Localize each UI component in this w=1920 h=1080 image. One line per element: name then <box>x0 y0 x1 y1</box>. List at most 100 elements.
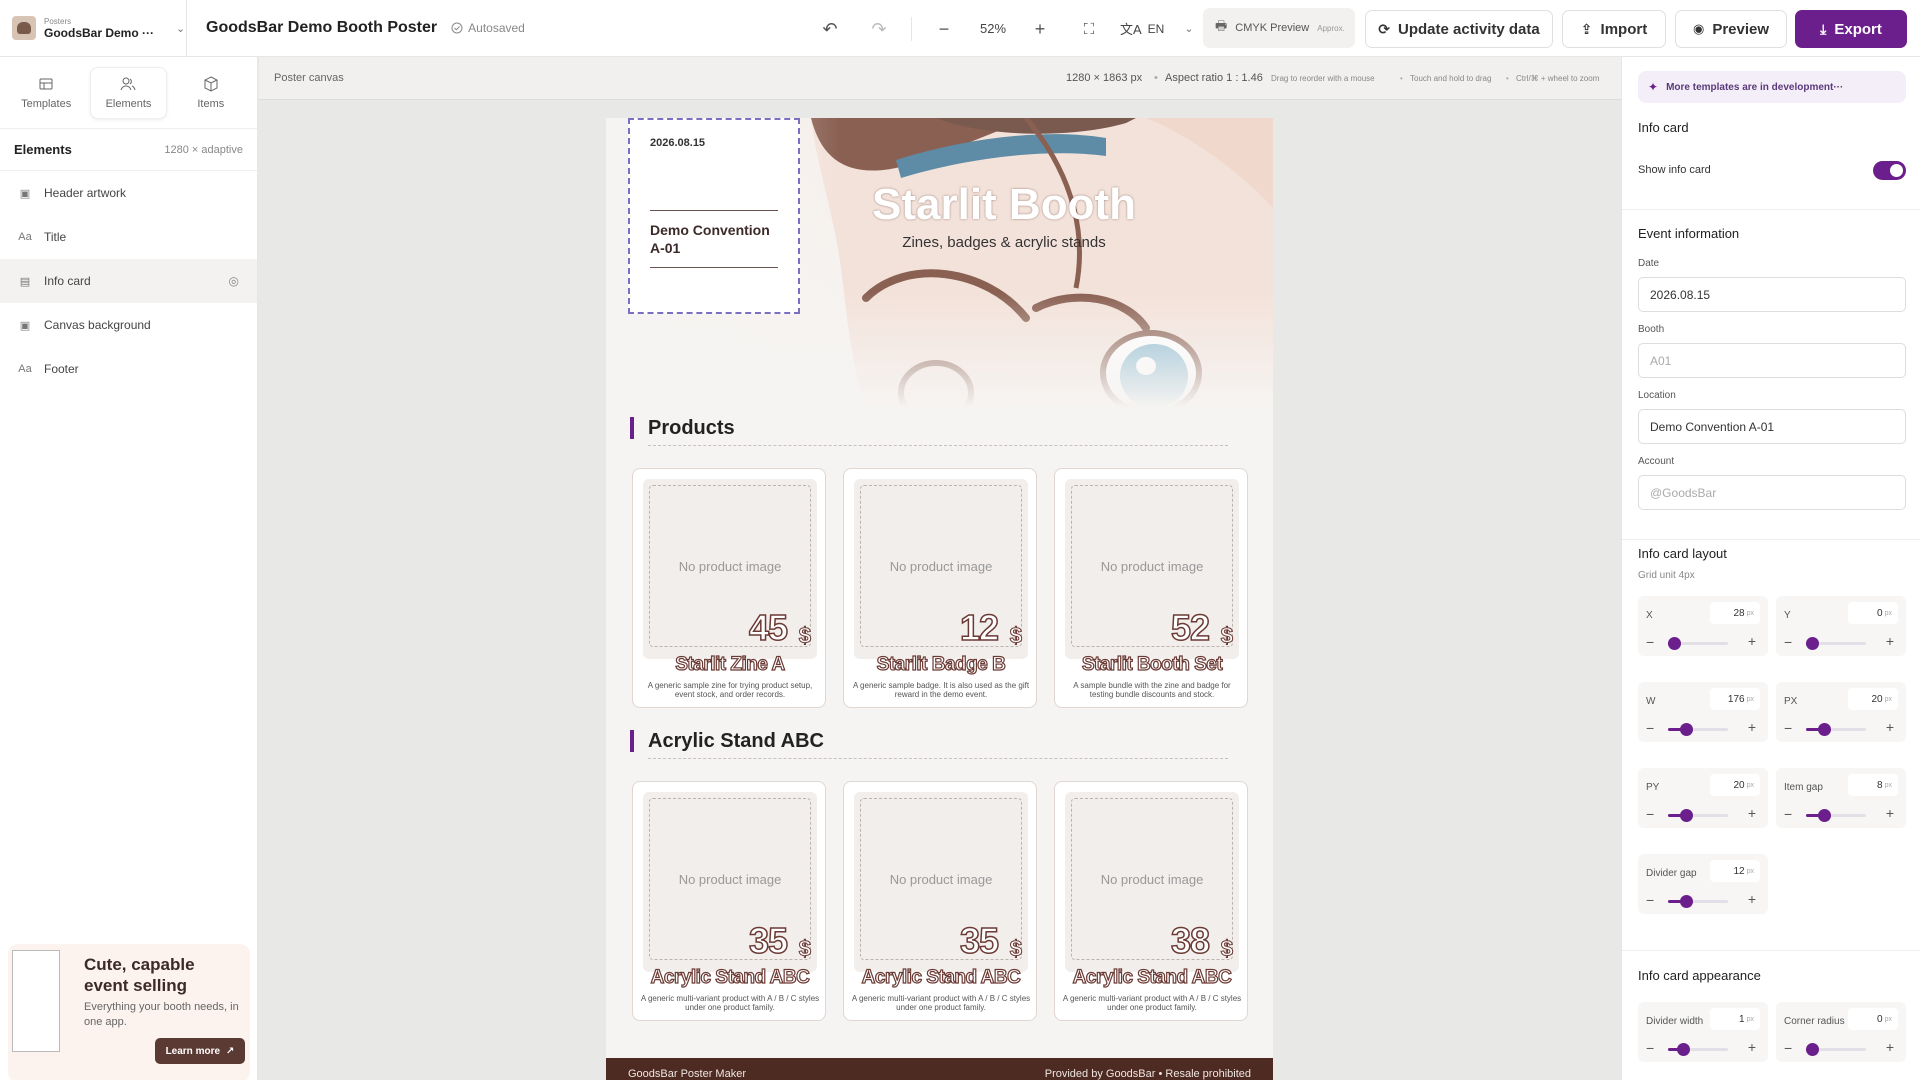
control-value-input[interactable]: 8 px <box>1848 774 1898 796</box>
control-slider[interactable] <box>1668 637 1728 650</box>
account-field[interactable]: @GoodsBar <box>1638 475 1906 510</box>
language-selector[interactable]: 文A EN ⌄ <box>1120 19 1194 38</box>
product-card[interactable]: No product image 12 $ Starlit Badge B A … <box>843 468 1037 708</box>
redo-icon[interactable]: ↷ <box>864 14 894 44</box>
slider-handle[interactable] <box>1668 637 1681 650</box>
product-card[interactable]: No product image 52 $ Starlit Booth Set … <box>1054 468 1248 708</box>
canvas-hint-drag: Drag to reorder with a mouse <box>1271 73 1375 83</box>
slider-handle[interactable] <box>1806 637 1819 650</box>
control-value-input[interactable]: 0 px <box>1848 1008 1898 1030</box>
slider-handle[interactable] <box>1680 723 1693 736</box>
poster-subtitle[interactable]: Zines, badges & acrylic stands <box>834 234 1174 251</box>
poster-footer[interactable]: GoodsBar Poster Maker Provided by GoodsB… <box>606 1058 1273 1080</box>
tab-elements[interactable]: Elements <box>90 67 167 119</box>
zoom-in-icon[interactable]: + <box>1025 14 1055 44</box>
slider-handle[interactable] <box>1818 809 1831 822</box>
control-value-input[interactable]: 28 px <box>1710 602 1760 624</box>
booth-field[interactable]: A01 <box>1638 343 1906 378</box>
control-value: 0 <box>1877 1013 1883 1025</box>
control-slider[interactable] <box>1806 637 1866 650</box>
slider-handle[interactable] <box>1806 1043 1819 1056</box>
minus-icon[interactable]: − <box>1784 806 1792 822</box>
section-title[interactable]: Acrylic Stand ABC <box>630 730 824 752</box>
location-field[interactable]: Demo Convention A-01 <box>1638 409 1906 444</box>
slider-handle[interactable] <box>1680 895 1693 908</box>
product-card[interactable]: No product image 35 $ Acrylic Stand ABC … <box>843 781 1037 1021</box>
show-info-card-toggle[interactable] <box>1873 161 1906 180</box>
control-slider[interactable] <box>1806 723 1866 736</box>
tab-templates[interactable]: Templates <box>8 67 84 119</box>
minus-icon[interactable]: − <box>1646 1040 1654 1056</box>
control-value-input[interactable]: 12 px <box>1710 860 1760 882</box>
layout-icon <box>39 78 53 90</box>
templates-banner[interactable]: ✦ More templates are in development··· <box>1638 71 1906 103</box>
promo-card: Cute, capable event selling Everything y… <box>8 944 250 1080</box>
control-slider[interactable] <box>1668 809 1728 822</box>
project-switcher[interactable]: Posters GoodsBar Demo ··· ⌄ <box>0 0 187 57</box>
product-card[interactable]: No product image 45 $ Starlit Zine A A g… <box>632 468 826 708</box>
dot-separator: • <box>1506 73 1509 83</box>
slider-handle[interactable] <box>1680 809 1693 822</box>
control-slider[interactable] <box>1806 1043 1866 1056</box>
poster-canvas[interactable]: Starlit Booth Zines, badges & acrylic st… <box>606 118 1273 1080</box>
slider-handle[interactable] <box>1677 1043 1690 1056</box>
update-activity-button[interactable]: ⟳ Update activity data <box>1365 10 1553 48</box>
export-button[interactable]: ⤓ Export <box>1795 10 1907 48</box>
booth-label: Booth <box>1638 324 1665 335</box>
plus-icon[interactable]: + <box>1748 719 1756 735</box>
plus-icon[interactable]: + <box>1748 633 1756 649</box>
plus-icon[interactable]: + <box>1748 805 1756 821</box>
slider-handle[interactable] <box>1818 723 1831 736</box>
date-field[interactable]: 2026.08.15 <box>1638 277 1906 312</box>
plus-icon[interactable]: + <box>1748 1039 1756 1055</box>
minus-icon[interactable]: − <box>1784 1040 1792 1056</box>
fit-screen-icon[interactable]: ⛶ <box>1074 14 1104 44</box>
minus-icon[interactable]: − <box>1646 720 1654 736</box>
plus-icon[interactable]: + <box>1886 805 1894 821</box>
minus-icon[interactable]: − <box>1646 892 1654 908</box>
cmyk-preview-toggle[interactable]: 🖶 CMYK Preview Approx. <box>1203 8 1355 48</box>
zoom-level[interactable]: 52% <box>968 21 1018 36</box>
product-card[interactable]: No product image 35 $ Acrylic Stand ABC … <box>632 781 826 1021</box>
product-image-placeholder: No product image <box>854 479 1028 659</box>
info-card[interactable]: 2026.08.15 Demo Convention A-01 <box>628 118 800 314</box>
undo-icon[interactable]: ↶ <box>815 14 845 44</box>
import-button[interactable]: ⇪ Import <box>1562 10 1666 48</box>
product-price: 35 <box>959 919 1000 962</box>
control-value-input[interactable]: 1 px <box>1710 1008 1760 1030</box>
minus-icon[interactable]: − <box>1784 720 1792 736</box>
tab-items[interactable]: Items <box>173 67 249 119</box>
learn-more-button[interactable]: Learn more ↗ <box>155 1038 245 1064</box>
plus-icon[interactable]: + <box>1886 719 1894 735</box>
control-slider[interactable] <box>1668 1043 1728 1056</box>
preview-button[interactable]: ◉ Preview <box>1675 10 1787 48</box>
minus-icon[interactable]: − <box>1784 634 1792 650</box>
plus-icon[interactable]: + <box>1886 1039 1894 1055</box>
product-name: Starlit Booth Set <box>1081 653 1223 675</box>
section-title[interactable]: Products <box>630 417 735 439</box>
control-value-input[interactable]: 0 px <box>1848 602 1898 624</box>
plus-icon[interactable]: + <box>1886 633 1894 649</box>
control-value-input[interactable]: 176 px <box>1710 688 1760 710</box>
element-item-header-artwork[interactable]: ▣ Header artwork <box>0 171 257 215</box>
plus-icon[interactable]: + <box>1748 891 1756 907</box>
product-card[interactable]: No product image 38 $ Acrylic Stand ABC … <box>1054 781 1248 1021</box>
element-item-info-card[interactable]: ▤ Info card ◎ <box>0 259 257 303</box>
control-value-input[interactable]: 20 px <box>1848 688 1898 710</box>
element-item-title[interactable]: Aa Title <box>0 215 257 259</box>
control-slider[interactable] <box>1806 809 1866 822</box>
control-value: 20 <box>1871 693 1883 705</box>
minus-icon[interactable]: − <box>1646 634 1654 650</box>
canvas-aspect: Aspect ratio 1 : 1.46 <box>1165 72 1263 84</box>
element-item-footer[interactable]: Aa Footer <box>0 347 257 391</box>
control-slider[interactable] <box>1668 723 1728 736</box>
control-value: 20 <box>1733 779 1745 791</box>
eye-icon[interactable]: ◎ <box>229 274 239 288</box>
poster-title[interactable]: Starlit Booth <box>834 180 1174 230</box>
element-item-canvas-background[interactable]: ▣ Canvas background <box>0 303 257 347</box>
control-slider[interactable] <box>1668 895 1728 908</box>
control-value-input[interactable]: 20 px <box>1710 774 1760 796</box>
zoom-out-icon[interactable]: − <box>929 14 959 44</box>
minus-icon[interactable]: − <box>1646 806 1654 822</box>
tab-items-label: Items <box>197 98 225 110</box>
